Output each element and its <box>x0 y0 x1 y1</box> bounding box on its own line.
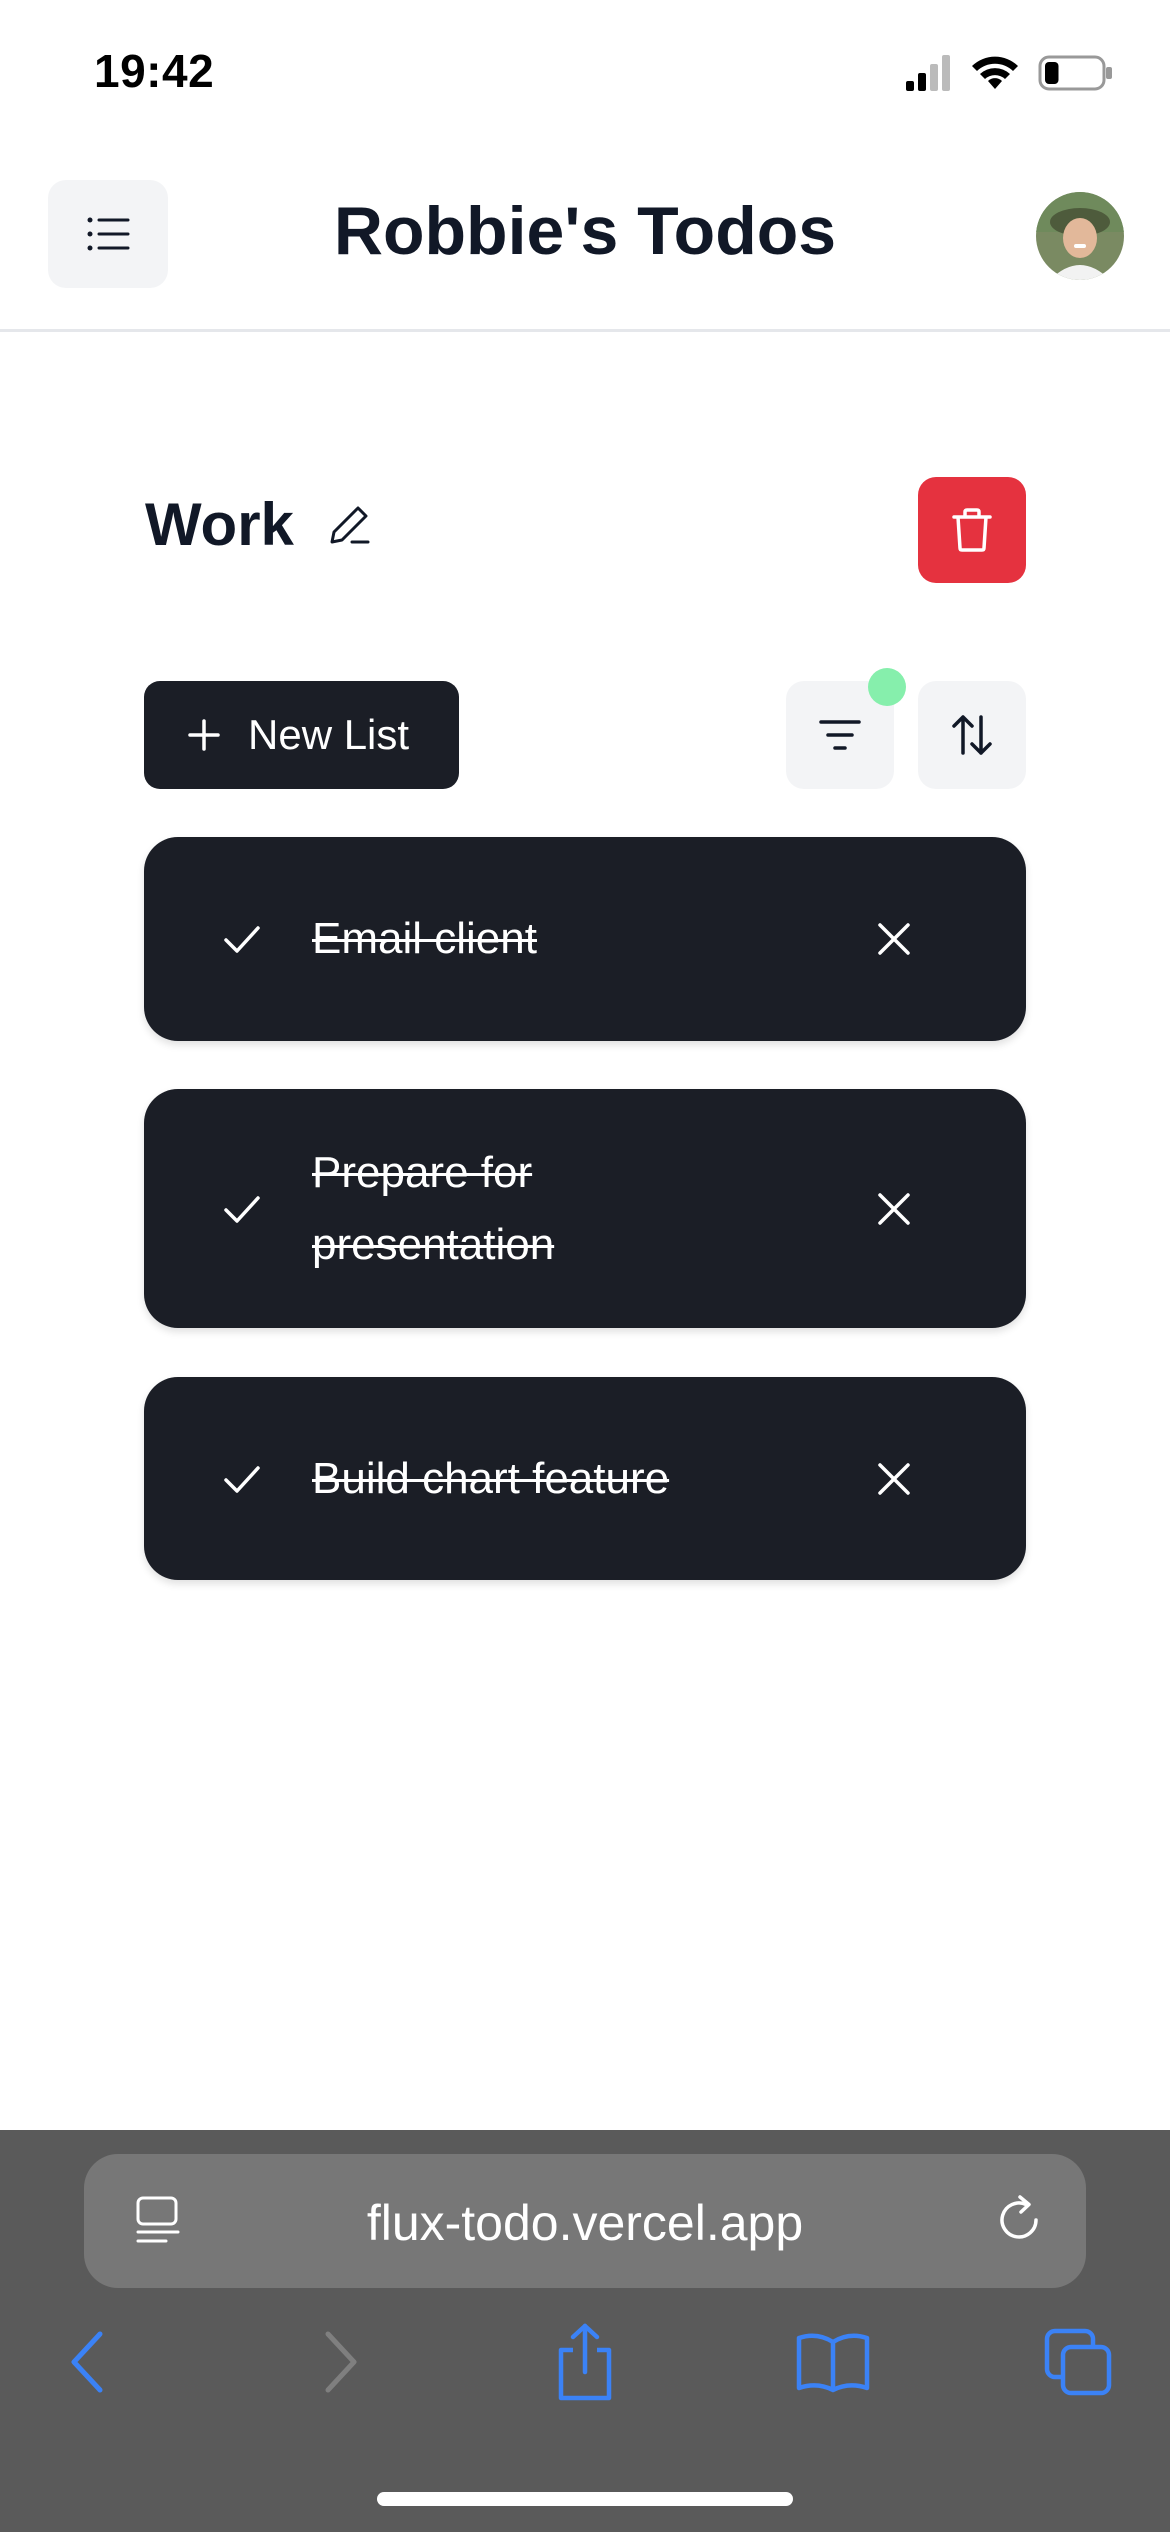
url-text: flux-todo.vercel.app <box>366 2195 804 2251</box>
todo-item[interactable]: Email client <box>144 837 1026 1041</box>
todo-text: Build chart feature <box>312 1454 670 1503</box>
back-button[interactable] <box>48 2322 128 2402</box>
delete-list-button[interactable] <box>918 477 1026 583</box>
home-indicator <box>377 2492 793 2506</box>
status-bar: 19:42 <box>0 0 1170 140</box>
user-avatar[interactable] <box>1036 192 1124 280</box>
battery-icon <box>1038 55 1112 91</box>
cellular-signal-icon <box>906 55 950 91</box>
close-icon[interactable] <box>872 1187 916 1231</box>
filter-icon <box>819 720 861 750</box>
app-screen: 19:42 Robbie's Todos Work New List Email… <box>0 0 1170 2532</box>
sort-button[interactable] <box>918 681 1026 789</box>
bookmarks-button[interactable] <box>793 2322 873 2402</box>
browser-toolbar: flux-todo.vercel.app <box>0 2130 1170 2532</box>
wifi-icon <box>972 56 1018 89</box>
list-name: Work <box>145 491 294 558</box>
list-title-row: Work <box>145 490 374 559</box>
close-icon[interactable] <box>872 917 916 961</box>
reload-icon[interactable] <box>992 2192 1048 2248</box>
check-icon[interactable] <box>220 1457 264 1501</box>
avatar-photo <box>1036 192 1124 280</box>
bookmarks-icon <box>796 2333 870 2393</box>
new-list-button[interactable]: New List <box>144 681 459 789</box>
status-icons <box>906 50 1114 96</box>
back-icon <box>71 2331 103 2393</box>
tabs-button[interactable] <box>1038 2322 1118 2402</box>
share-icon <box>558 2323 612 2401</box>
close-icon[interactable] <box>872 1457 916 1501</box>
tabs-icon <box>1044 2328 1112 2396</box>
address-bar[interactable]: flux-todo.vercel.app <box>84 2154 1086 2288</box>
check-icon[interactable] <box>220 1187 264 1231</box>
filter-active-indicator <box>868 668 906 706</box>
new-list-label: New List <box>248 711 410 758</box>
forward-icon <box>325 2331 357 2393</box>
todo-item[interactable]: Prepare for presentation <box>144 1089 1026 1328</box>
app-header: Robbie's Todos <box>0 140 1170 332</box>
status-time: 19:42 <box>94 45 215 97</box>
share-button[interactable] <box>545 2322 625 2402</box>
plus-icon <box>188 719 220 751</box>
todo-text: Prepare for presentation <box>312 1148 555 1269</box>
check-icon[interactable] <box>220 917 264 961</box>
forward-button[interactable] <box>300 2322 380 2402</box>
todo-text: Email client <box>312 914 537 963</box>
trash-icon <box>952 508 992 552</box>
app-title: Robbie's Todos <box>333 193 837 269</box>
sort-arrows-icon <box>952 715 992 755</box>
pencil-icon[interactable] <box>324 500 374 550</box>
todo-item[interactable]: Build chart feature <box>144 1377 1026 1580</box>
